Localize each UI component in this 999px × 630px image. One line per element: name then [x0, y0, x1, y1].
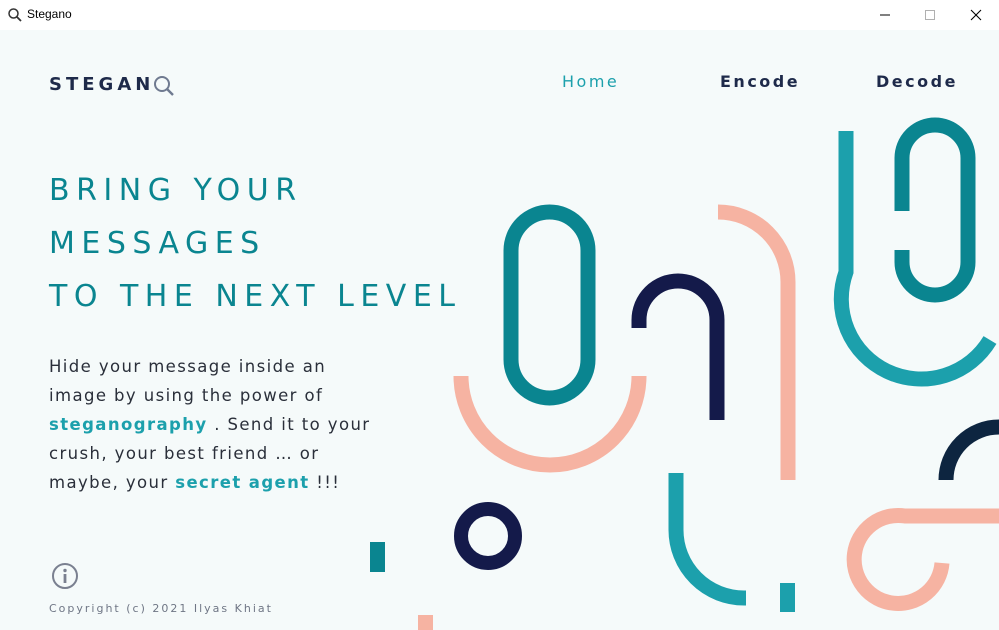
hero-line-2: MESSAGES — [49, 226, 266, 261]
teal-spiral — [894, 117, 976, 303]
highlight-steganography: steganography — [49, 415, 208, 434]
description-part-1: Hide your message inside an image by usi… — [49, 357, 327, 405]
brand-logo[interactable]: STEGAN — [49, 70, 176, 98]
info-button[interactable] — [51, 562, 79, 594]
nav-decode[interactable]: Decode — [876, 72, 958, 91]
teal-capsule — [503, 204, 596, 406]
salmon-tall-arc — [717, 204, 796, 480]
teal-bar-bottom — [780, 583, 795, 612]
highlight-secret-agent: secret agent — [175, 473, 310, 492]
salmon-u-shape — [453, 375, 647, 473]
nav-encode[interactable]: Encode — [720, 72, 800, 91]
teal-bar-small — [370, 542, 385, 572]
hero-line-1: BRING YOUR — [49, 173, 303, 208]
salmon-loop — [846, 507, 999, 611]
salmon-bar-bottom — [418, 615, 433, 630]
nav-home[interactable]: Home — [562, 72, 619, 91]
hero-line-3: TO THE NEXT LEVEL — [49, 279, 462, 314]
description: Hide your message inside an image by usi… — [49, 352, 379, 497]
navy-arc — [938, 419, 999, 481]
info-icon — [52, 563, 78, 589]
description-part-3: !!! — [316, 473, 341, 492]
search-icon — [154, 76, 175, 96]
brand-text: STEGAN — [49, 73, 155, 95]
hero-heading: BRING YOUR MESSAGES TO THE NEXT LEVEL — [49, 164, 462, 323]
teal-hook — [668, 473, 746, 606]
copyright-text: Copyright (c) 2021 Ilyas Khiat — [49, 602, 273, 615]
navy-ring — [454, 502, 522, 570]
navy-arch — [631, 273, 725, 420]
